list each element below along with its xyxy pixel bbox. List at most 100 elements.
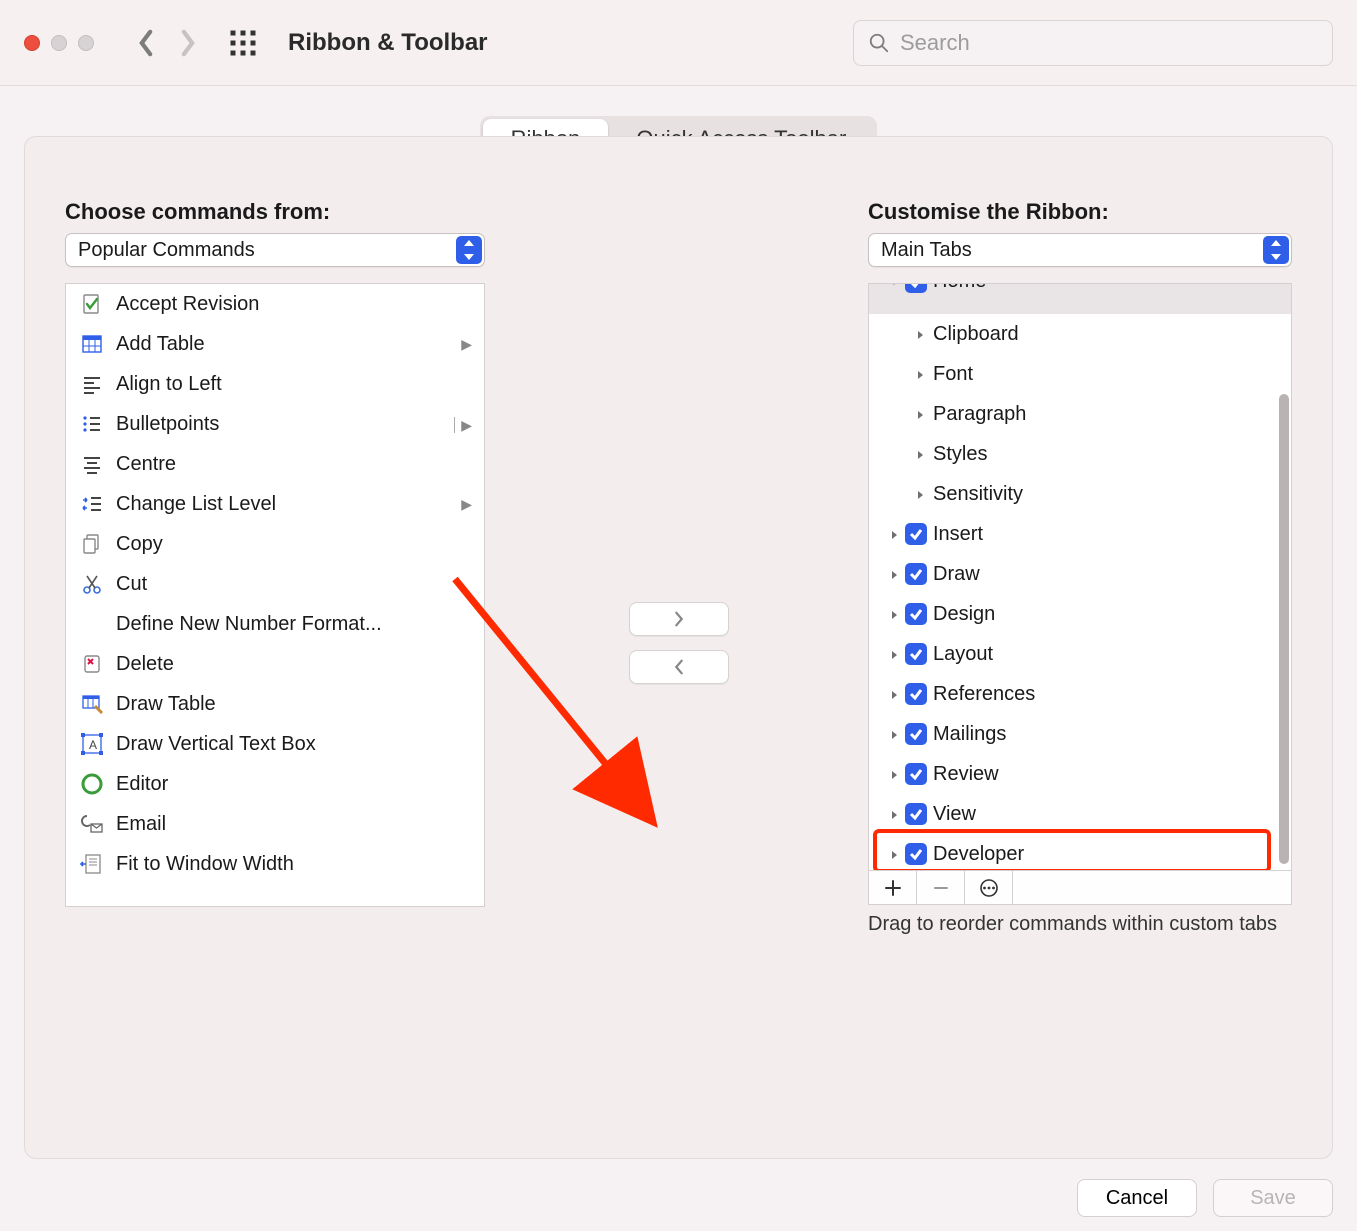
chevron-down-icon[interactable] xyxy=(883,284,905,293)
tree-row-child[interactable]: Paragraph xyxy=(869,394,1291,434)
fitwidth-icon xyxy=(80,852,104,876)
close-window-button[interactable] xyxy=(24,35,40,51)
tree-row-home[interactable]: Home xyxy=(869,284,1291,314)
zoom-window-button[interactable] xyxy=(78,35,94,51)
checkbox[interactable] xyxy=(905,803,927,825)
commands-list[interactable]: Accept RevisionAdd Table▶Align to LeftBu… xyxy=(65,283,485,907)
remove-tab-button[interactable] xyxy=(917,871,965,904)
scrollbar[interactable] xyxy=(1277,394,1291,868)
tree-row-child[interactable]: Clipboard xyxy=(869,314,1291,354)
chevron-right-icon[interactable] xyxy=(883,643,905,666)
command-label: Draw Vertical Text Box xyxy=(116,733,472,756)
copy-icon xyxy=(80,532,104,556)
tree-row-review[interactable]: Review xyxy=(869,754,1291,794)
checkbox[interactable] xyxy=(905,683,927,705)
command-item[interactable]: Bulletpoints▶ xyxy=(66,404,484,444)
tree-label: Font xyxy=(933,363,973,386)
cancel-button[interactable]: Cancel xyxy=(1077,1179,1197,1217)
footer-buttons: Cancel Save xyxy=(1077,1179,1333,1217)
settings-button[interactable] xyxy=(965,871,1013,904)
command-item[interactable]: Fit to Window Width xyxy=(66,844,484,884)
checkbox[interactable] xyxy=(905,643,927,665)
command-item[interactable]: Email xyxy=(66,804,484,844)
back-button[interactable] xyxy=(134,31,158,55)
window-controls xyxy=(24,35,94,51)
search-field[interactable] xyxy=(853,20,1333,66)
command-label: Centre xyxy=(116,453,472,476)
command-item[interactable]: Accept Revision xyxy=(66,284,484,324)
tree-row-references[interactable]: References xyxy=(869,674,1291,714)
add-tab-button[interactable] xyxy=(869,871,917,904)
alignleft-icon xyxy=(80,372,104,396)
chevron-right-icon[interactable] xyxy=(909,403,931,426)
command-item[interactable]: Add Table▶ xyxy=(66,324,484,364)
toolbar-spacer xyxy=(1013,871,1291,904)
chevron-right-icon[interactable] xyxy=(883,723,905,746)
checkbox[interactable] xyxy=(905,563,927,585)
editor-icon xyxy=(80,772,104,796)
commands-source-value: Popular Commands xyxy=(78,239,255,262)
command-item[interactable]: Draw Table xyxy=(66,684,484,724)
checkbox[interactable] xyxy=(905,523,927,545)
tree-row-view[interactable]: View xyxy=(869,794,1291,834)
tree-row-child[interactable]: Styles xyxy=(869,434,1291,474)
checkbox[interactable] xyxy=(905,723,927,745)
command-item[interactable]: Define New Number Format... xyxy=(66,604,484,644)
chevron-right-icon[interactable] xyxy=(883,523,905,546)
checkbox[interactable] xyxy=(905,284,927,293)
command-item[interactable]: Cut xyxy=(66,564,484,604)
chevron-right-icon[interactable] xyxy=(883,563,905,586)
svg-text:A: A xyxy=(89,738,97,752)
search-input[interactable] xyxy=(900,30,1318,56)
chevron-right-icon: ▶ xyxy=(461,496,472,513)
add-command-button[interactable] xyxy=(629,602,729,636)
command-item[interactable]: Editor xyxy=(66,764,484,804)
chevron-right-icon[interactable] xyxy=(883,843,905,866)
minimise-window-button[interactable] xyxy=(51,35,67,51)
tree-row-developer[interactable]: Developer xyxy=(869,834,1291,871)
command-label: Email xyxy=(116,813,472,836)
command-item[interactable]: Align to Left xyxy=(66,364,484,404)
tree-row-insert[interactable]: Insert xyxy=(869,514,1291,554)
chevron-right-icon[interactable] xyxy=(909,363,931,386)
tree-label: Insert xyxy=(933,523,983,546)
command-item[interactable]: Change List Level▶ xyxy=(66,484,484,524)
chevron-right-icon[interactable] xyxy=(909,323,931,346)
chevron-right-icon[interactable] xyxy=(883,763,905,786)
tree-row-child[interactable]: Font xyxy=(869,354,1291,394)
tree-row-design[interactable]: Design xyxy=(869,594,1291,634)
tree-label: Home xyxy=(933,284,986,293)
command-label: Delete xyxy=(116,653,472,676)
command-item[interactable]: Delete xyxy=(66,644,484,684)
scroll-thumb[interactable] xyxy=(1279,394,1289,864)
tree-label: Sensitivity xyxy=(933,483,1023,506)
command-label: Add Table xyxy=(116,333,461,356)
chevron-right-icon[interactable] xyxy=(909,443,931,466)
checkbox[interactable] xyxy=(905,843,927,865)
tree-row-mailings[interactable]: Mailings xyxy=(869,714,1291,754)
checkbox[interactable] xyxy=(905,763,927,785)
save-button[interactable]: Save xyxy=(1213,1179,1333,1217)
chevron-right-icon[interactable] xyxy=(883,803,905,826)
ribbon-tabset-select[interactable]: Main Tabs xyxy=(868,233,1292,267)
bullets-icon xyxy=(80,412,104,436)
tree-row-child[interactable]: Sensitivity xyxy=(869,474,1291,514)
chevron-right-icon[interactable] xyxy=(909,483,931,506)
command-item[interactable]: Centre xyxy=(66,444,484,484)
chevron-right-icon[interactable] xyxy=(883,683,905,706)
ribbon-tabset-value: Main Tabs xyxy=(881,239,972,262)
command-item[interactable]: A Draw Vertical Text Box xyxy=(66,724,484,764)
remove-command-button[interactable] xyxy=(629,650,729,684)
show-all-icon[interactable] xyxy=(228,28,258,58)
checkbox[interactable] xyxy=(905,603,927,625)
command-item[interactable]: Copy xyxy=(66,524,484,564)
forward-button[interactable] xyxy=(176,31,200,55)
ribbon-tree[interactable]: Home Clipboard Font ParagraphStyles Sensitiv… xyxy=(868,283,1292,871)
table-icon xyxy=(80,332,104,356)
chevron-right-icon[interactable] xyxy=(883,603,905,626)
tree-row-draw[interactable]: Draw xyxy=(869,554,1291,594)
commands-source-select[interactable]: Popular Commands xyxy=(65,233,485,267)
tree-row-layout[interactable]: Layout xyxy=(869,634,1291,674)
tree-label: View xyxy=(933,803,976,826)
tree-toolbar xyxy=(868,871,1292,905)
